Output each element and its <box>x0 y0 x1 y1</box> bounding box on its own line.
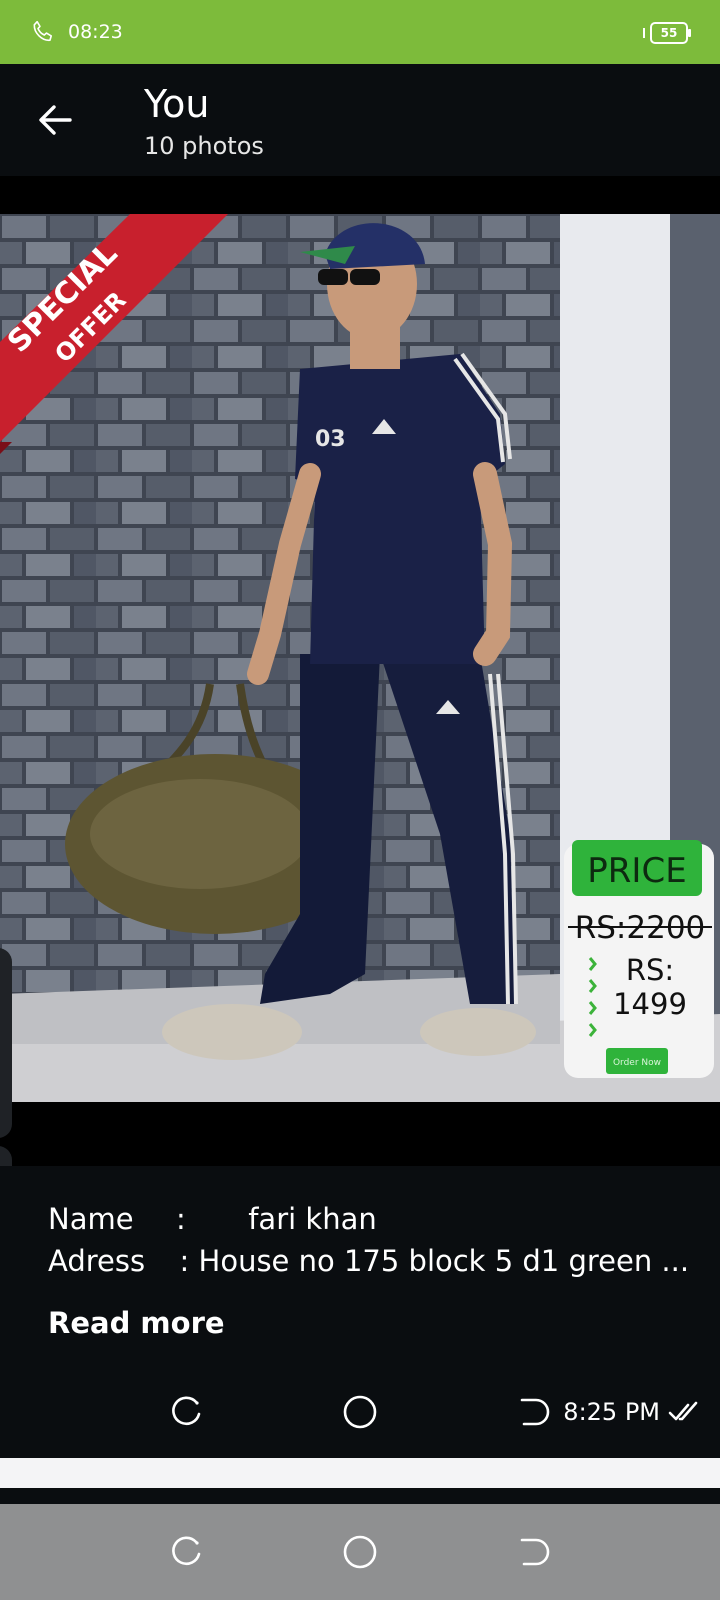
read-more-link[interactable]: Read more <box>48 1306 225 1340</box>
system-nav-bar <box>0 1504 720 1600</box>
photo-count: 10 photos <box>144 132 264 160</box>
address-row: Adress : House no 175 block 5 d1 green .… <box>48 1244 689 1278</box>
name-row: Name : fari khan <box>48 1202 377 1236</box>
home-icon <box>343 1395 377 1429</box>
order-button: Order Now <box>613 1058 661 1068</box>
page-title: You <box>144 82 210 126</box>
arrow-left-icon[interactable] <box>36 100 76 140</box>
back-icon[interactable] <box>514 1532 554 1572</box>
message-time-text: 8:25 PM <box>563 1398 660 1426</box>
product-photo[interactable]: 03 SPECIAL OFFER PRICE RS:2200 RS: 1499 … <box>0 214 720 1102</box>
status-time: 08:23 <box>68 21 123 43</box>
battery-level: 55 <box>660 26 678 40</box>
double-check-icon <box>668 1401 698 1421</box>
battery-cap <box>688 29 691 37</box>
status-left: 08:23 <box>30 19 123 45</box>
battery-icon: 55 <box>650 22 688 44</box>
app-header: You 10 photos <box>0 64 720 176</box>
recent-apps-icon[interactable] <box>166 1532 206 1572</box>
vibrate-icon <box>643 28 645 38</box>
shirt-number: 03 <box>315 427 346 452</box>
new-price-value: 1499 <box>613 987 687 1021</box>
recent-apps-icon <box>172 1396 201 1426</box>
photo-illustration: 03 SPECIAL OFFER PRICE RS:2200 RS: 1499 … <box>0 214 720 1102</box>
phone-icon <box>33 20 53 42</box>
name-label: Name <box>48 1202 134 1236</box>
back-icon <box>520 1398 550 1426</box>
address-label: Adress <box>48 1244 146 1278</box>
divider-strip <box>0 1458 720 1488</box>
name-separator: : <box>176 1202 186 1236</box>
address-value: : House no 175 block 5 d1 green ... <box>179 1244 690 1278</box>
status-bar: 08:23 55 <box>0 0 720 64</box>
home-icon[interactable] <box>340 1532 380 1572</box>
message-time: 8:25 PM <box>563 1398 702 1426</box>
new-price-label: RS: <box>626 953 674 987</box>
caption-panel: Name : fari khan Adress : House no 175 b… <box>0 1166 720 1458</box>
price-label: PRICE <box>587 851 686 891</box>
status-right: 55 <box>642 22 694 44</box>
edge-panel-handle[interactable] <box>0 948 12 1138</box>
divider-strip-dark <box>0 1488 720 1504</box>
price-tag: PRICE RS:2200 RS: 1499 Order Now <box>564 840 714 1078</box>
name-value: fari khan <box>248 1202 377 1236</box>
